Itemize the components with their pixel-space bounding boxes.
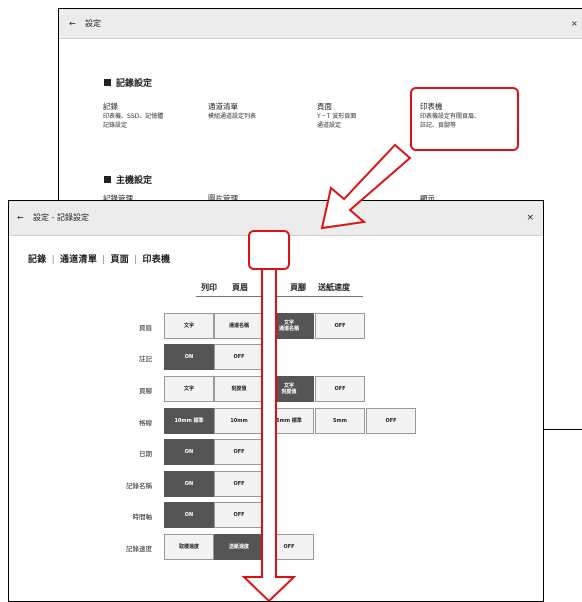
breadcrumb-separator: | [102,255,106,265]
setting-item-page[interactable]: 頁面 Y－T 波形頁面 通道設定 [317,101,356,130]
row-label: 記錄名稱 [126,482,152,490]
option-button[interactable]: 文字 [164,376,214,402]
tab-footer[interactable]: 頁腳 [290,282,306,293]
tab-feed-speed[interactable]: 送紙速度 [318,282,350,293]
option-button[interactable]: OFF [315,376,365,402]
option-button[interactable]: OFF [264,534,314,560]
printer-highlight-box [410,87,519,151]
setting-item-title: 記錄 [103,102,118,111]
option-button[interactable]: 刻度值 [214,376,264,402]
breadcrumb-page[interactable]: 頁面 [111,255,130,265]
breadcrumb-record[interactable]: 記錄 [28,255,47,265]
section-heading-record: 記錄設定 [104,76,152,89]
tab-underline [196,296,363,297]
option-button[interactable]: 文字 通道名稱 [264,313,314,339]
setting-item-title: 頁面 [317,102,332,111]
option-button[interactable]: ON [164,344,214,370]
option-button[interactable]: 送紙速度 [214,534,264,560]
back-arrow-icon[interactable]: ← [69,9,76,38]
breadcrumb-channel-list[interactable]: 通道清單 [60,255,97,265]
setting-item-desc: 模組通道設定列表 [208,113,257,120]
breadcrumb-separator: | [134,255,138,265]
tab-print[interactable]: 列印 [201,282,217,293]
setting-item-channel-list[interactable]: 通道清單 模組通道設定列表 [208,101,256,121]
row-label: 時間軸 [132,513,153,521]
option-button[interactable]: OFF [315,313,365,339]
setting-item-desc: Y－T 波形頁面 [317,113,357,120]
back-arrow-icon[interactable]: ← [17,201,24,235]
setting-item-record[interactable]: 記錄 印表機、SSD、記憶體 記錄設定 [103,101,163,130]
option-button[interactable]: 10mm 標準 [164,408,214,434]
option-button[interactable]: OFF [366,408,416,434]
front-titlebar: ← 設定 - 記錄設定 × [9,201,543,236]
section-heading-host: 主機設定 [104,173,152,186]
breadcrumb-separator: | [51,255,55,265]
option-button[interactable]: 文字 [164,313,214,339]
option-button[interactable]: ON [164,439,214,465]
option-button[interactable]: OFF [214,344,264,370]
option-button[interactable]: 通道名稱 [214,313,264,339]
back-window-title: 設定 [85,19,101,28]
breadcrumb: 記錄 | 通道清單 | 頁面 | 印表機 [28,252,170,265]
option-button[interactable]: OFF [214,502,264,528]
option-button[interactable]: 文字 刻度值 [264,376,314,402]
tab-header[interactable]: 頁眉 [232,282,248,293]
row-label: 頁眉 [139,324,152,332]
close-icon[interactable]: × [526,201,534,235]
option-button[interactable]: 10mm [214,408,264,434]
option-button[interactable]: OFF [214,439,264,465]
option-button[interactable]: OFF [214,471,264,497]
row-label: 頁腳 [139,387,152,395]
setting-item-desc: 記錄設定 [103,122,128,129]
square-bullet-icon [104,79,111,86]
option-button[interactable]: 5mm 標準 [264,408,314,434]
row-label: 記錄速度 [126,545,152,553]
setting-item-title: 通道清單 [208,102,238,111]
option-button[interactable]: 5mm [315,408,365,434]
breadcrumb-printer[interactable]: 印表機 [142,255,170,265]
row-label: 日期 [139,450,152,458]
row-label: 格線 [139,419,152,427]
option-button[interactable]: ON [164,471,214,497]
option-button[interactable]: 取樣速度 [164,534,214,560]
option-button[interactable]: ON [164,502,214,528]
setting-item-desc: 印表機、SSD、記憶體 [103,113,164,120]
back-titlebar: ← 設定 × [59,9,582,39]
record-settings-window: ← 設定 - 記錄設定 × 記錄 | 通道清單 | 頁面 | 印表機 列印 頁眉 頁腳 送紙… [8,200,544,602]
back-close-icon[interactable]: × [571,9,578,38]
square-bullet-icon [104,176,111,183]
row-label: 註記 [139,355,152,363]
window-title: 設定 - 記錄設定 [33,213,89,222]
setting-item-desc: 通道設定 [317,122,342,129]
